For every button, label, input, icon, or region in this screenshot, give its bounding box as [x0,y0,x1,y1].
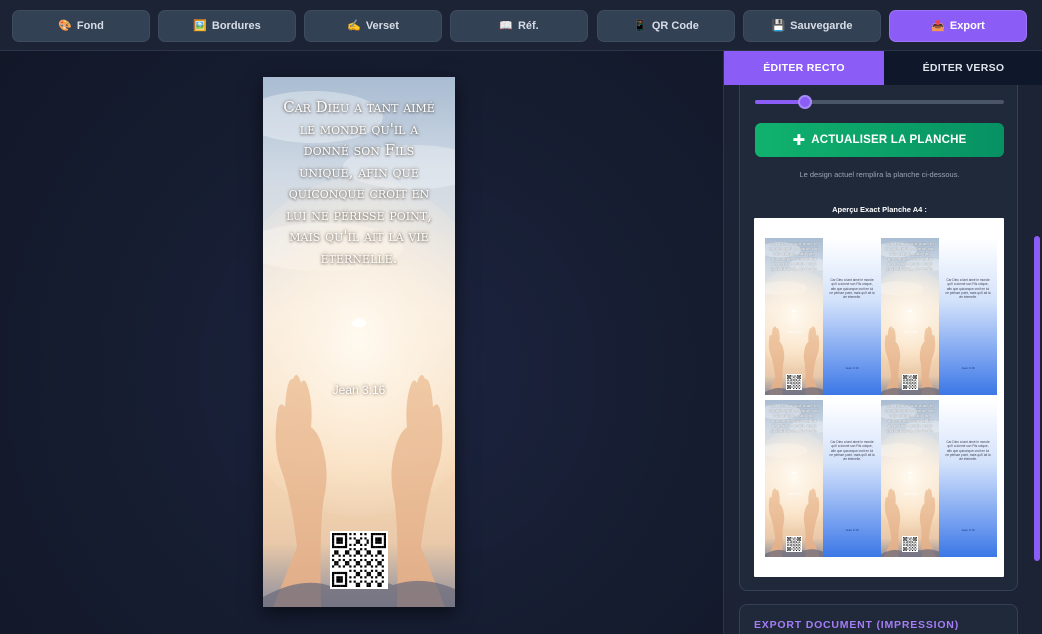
sheet-cell-recto: Car Dieu a tant aimé le monde qu'il a do… [765,238,823,395]
floppy-disk-icon: 💾 [771,19,786,32]
sheet-cell-verso: Car Dieu a tant aimé le monde qu'il a do… [939,400,997,557]
sheet-cell-recto: Car Dieu a tant aimé le monde qu'il a do… [881,238,939,395]
export-document-section[interactable]: EXPORT DOCUMENT (IMPRESSION) [739,604,1018,634]
design-canvas: Car Dieu a tant aimé le monde qu'il a do… [0,51,723,634]
writing-hand-icon: ✍️ [347,19,361,32]
mini-verse-text: Car Dieu a tant aimé le monde qu'il a do… [885,241,935,271]
qr-code-icon [332,533,387,588]
refresh-sheet-label: ACTUALISER LA PLANCHE [811,134,967,146]
mini-qr-code [786,536,802,552]
plus-icon: ✚ [792,131,806,149]
sheet-cell-recto: Car Dieu a tant aimé le monde qu'il a do… [881,400,939,557]
refresh-sheet-button[interactable]: ✚ ACTUALISER LA PLANCHE [755,123,1004,157]
mobile-phone-icon: 📱 [633,19,647,32]
mini-reference-text: Jean 3:16 [902,330,917,334]
open-book-icon: 📖 [499,19,513,32]
tab-fond-label: Fond [76,20,104,32]
tab-edit-recto[interactable]: ÉDITER RECTO [724,51,884,85]
mini-verse-back-text: Car Dieu a tant aimé le monde qu'il a do… [829,278,875,300]
tab-verset-label: Verset [365,20,399,32]
sheet-cell-verso: Car Dieu a tant aimé le monde qu'il a do… [823,238,881,395]
mini-qr-code [786,374,802,390]
sheet-preview-title: Aperçu Exact Planche A4 : [832,205,927,214]
top-toolbar: 🎨 Fond 🖼️ Bordures ✍️ Verset 📖 Réf. 📱 QR… [0,0,1042,51]
layout-slider[interactable] [755,95,1004,109]
mini-verse-back-text: Car Dieu a tant aimé le monde qu'il a do… [945,278,991,300]
qr-code-icon [903,375,918,390]
palette-icon: 🎨 [58,19,72,32]
sheet-cell-verso: Car Dieu a tant aimé le monde qu'il a do… [939,238,997,395]
qr-code-icon [787,537,802,552]
tab-edit-verso[interactable]: ÉDITER VERSO [884,51,1042,85]
bookmark-preview[interactable]: Car Dieu a tant aimé le monde qu'il a do… [263,77,455,607]
tab-verset-button[interactable]: ✍️ Verset [304,10,442,42]
tab-export-label: Export [949,20,985,32]
tab-fond-button[interactable]: 🎨 Fond [12,10,150,42]
mini-qr-code [902,536,918,552]
bookmark-verse-text[interactable]: Car Dieu a tant aimé le monde qu'il a do… [277,97,441,269]
qr-code-icon [787,375,802,390]
tab-export-button[interactable]: 📤 Export [889,10,1027,42]
mini-reference-back-text: Jean 3:16 [961,366,975,370]
bookmark-qr-code[interactable] [330,531,388,589]
mini-reference-text: Jean 3:16 [786,330,801,334]
sheet-cell-recto: Car Dieu a tant aimé le monde qu'il a do… [765,400,823,557]
tab-ref-button[interactable]: 📖 Réf. [450,10,588,42]
mini-verse-text: Car Dieu a tant aimé le monde qu'il a do… [885,403,935,433]
frame-icon: 🖼️ [193,19,207,32]
tab-sauvegarde-button[interactable]: 💾 Sauvegarde [743,10,881,42]
tab-sauvegarde-label: Sauvegarde [790,20,853,32]
mini-reference-back-text: Jean 3:16 [845,366,859,370]
mini-verse-text: Car Dieu a tant aimé le monde qu'il a do… [769,241,819,271]
tab-bordures-label: Bordures [211,20,261,32]
mini-verse-text: Car Dieu a tant aimé le monde qu'il a do… [769,403,819,433]
side-panel: ÉDITER RECTO ÉDITER VERSO ✚ ACTUALISER L… [723,51,1042,634]
export-document-title: EXPORT DOCUMENT (IMPRESSION) [754,619,959,631]
mini-reference-back-text: Jean 3:16 [961,528,975,532]
tab-qrcode-label: QR Code [651,20,699,32]
tab-qrcode-button[interactable]: 📱 QR Code [597,10,735,42]
mini-qr-code [902,374,918,390]
mini-verse-back-text: Car Dieu a tant aimé le monde qu'il a do… [829,440,875,462]
mini-verse-back-text: Car Dieu a tant aimé le monde qu'il a do… [945,440,991,462]
tab-bordures-button[interactable]: 🖼️ Bordures [158,10,296,42]
panel-scrollbar[interactable] [1034,236,1040,561]
slider-thumb[interactable] [797,95,812,109]
outbox-tray-icon: 📤 [931,19,945,32]
mini-reference-back-text: Jean 3:16 [845,528,859,532]
mini-reference-text: Jean 3:16 [786,492,801,496]
a4-sheet-preview: Car Dieu a tant aimé le monde qu'il a do… [754,218,1004,577]
tab-ref-label: Réf. [517,20,539,32]
sheet-hint-text: Le design actuel remplira la planche ci-… [799,170,960,179]
sheet-settings-section: ✚ ACTUALISER LA PLANCHE Le design actuel… [739,85,1018,591]
qr-code-icon [903,537,918,552]
mini-reference-text: Jean 3:16 [902,492,917,496]
sheet-cell-verso: Car Dieu a tant aimé le monde qu'il a do… [823,400,881,557]
bookmark-reference-text[interactable]: Jean 3:16 [263,383,455,397]
